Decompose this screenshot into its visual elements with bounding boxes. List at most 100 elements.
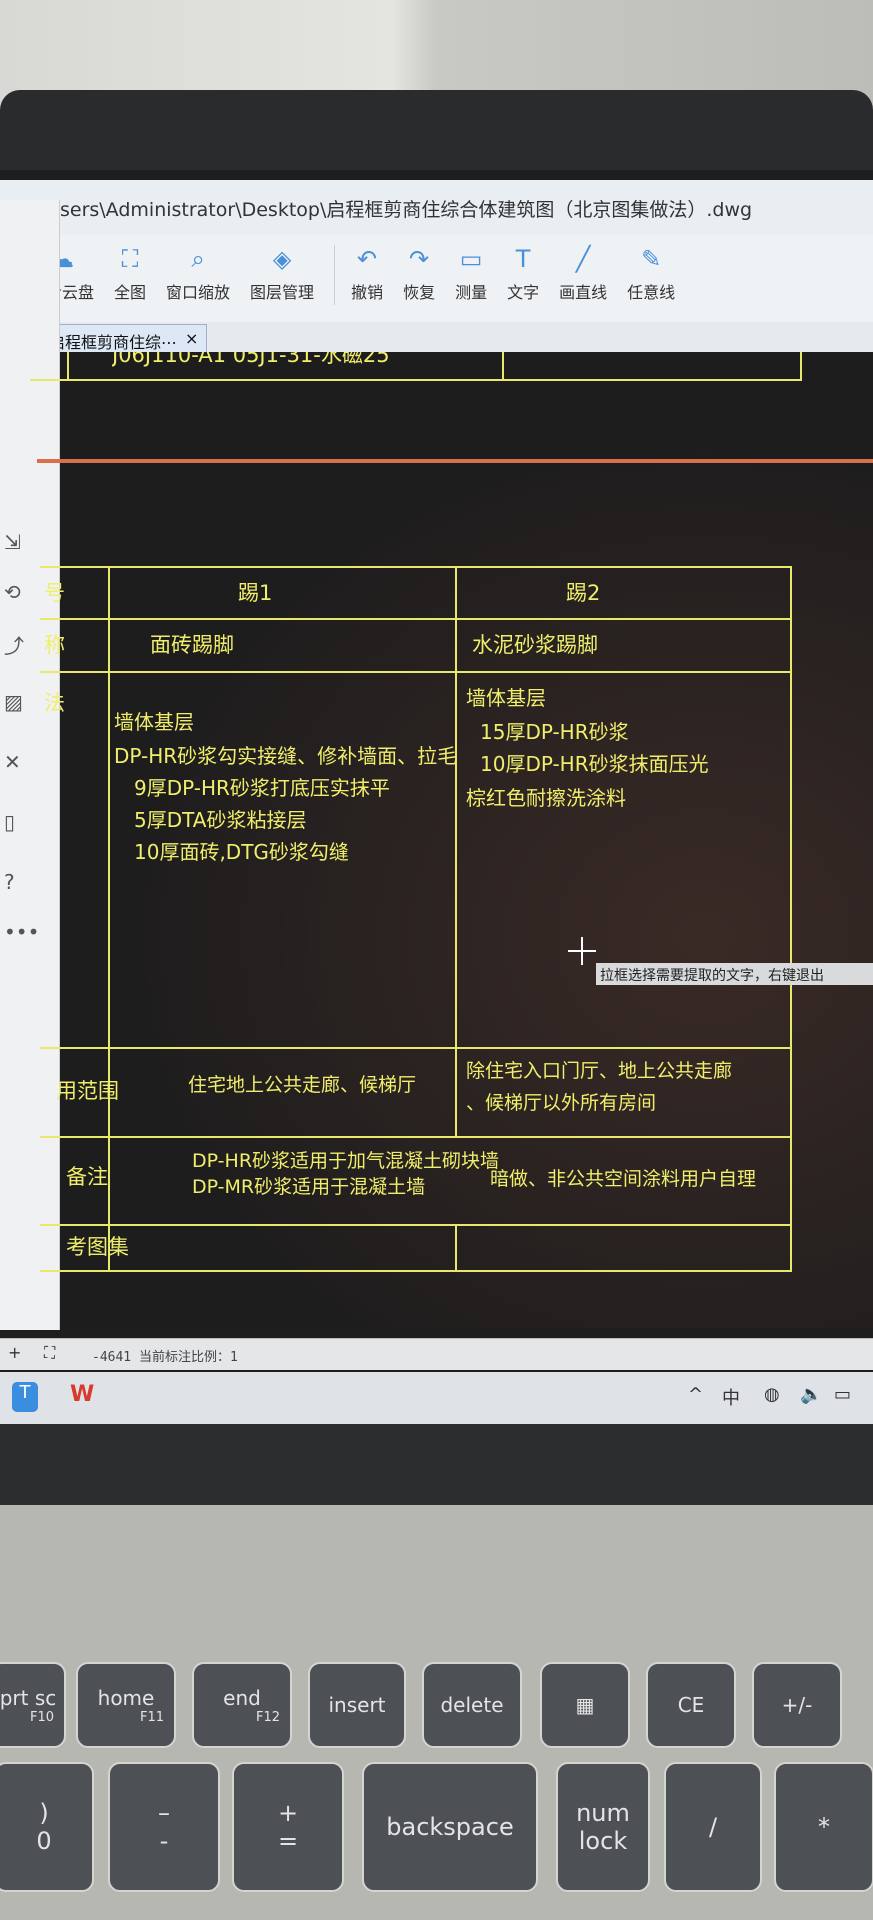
- key-home[interactable]: home F11: [76, 1662, 176, 1748]
- sidebar-move-icon[interactable]: ⇲: [4, 530, 21, 554]
- key-sublabel: =: [277, 1827, 299, 1855]
- cell-text: 水泥砂浆踢脚: [472, 633, 598, 657]
- row-label: 用范围: [56, 1079, 119, 1103]
- key-end[interactable]: end F12: [192, 1662, 292, 1748]
- key-symbol-2[interactable]: + =: [232, 1762, 344, 1892]
- tab-close-button[interactable]: ×: [185, 329, 198, 349]
- toolbar-button-undo[interactable]: ↶ 撤销: [351, 235, 383, 325]
- row-label: 备注: [66, 1165, 108, 1189]
- text-icon: T: [515, 245, 531, 273]
- toolbar-button-fit-all[interactable]: ⛶ 全图: [114, 235, 146, 325]
- cad-table-line: [790, 566, 792, 1270]
- cell-text: 墙体基层: [114, 710, 194, 734]
- toolbar-button-redo[interactable]: ↷ 恢复: [403, 235, 435, 325]
- app-icon-kuaikan[interactable]: T: [12, 1382, 38, 1412]
- cell-text: 、候梯厅以外所有房间: [466, 1092, 657, 1114]
- key-sublabel: F12: [255, 1709, 280, 1725]
- cell-text: 住宅地上公共走廊、候梯厅: [188, 1074, 417, 1096]
- toolbar-button-measure[interactable]: ▭ 测量: [455, 235, 487, 325]
- tab-document[interactable]: 启程框剪商住综⋯ ×: [40, 324, 208, 354]
- cell-text: 墙体基层: [466, 686, 546, 710]
- sidebar-rotate-icon[interactable]: ⟲: [4, 580, 21, 604]
- cell-text: DP-MR砂浆适用于混凝土墙: [192, 1176, 426, 1198]
- key-sublabel: F11: [139, 1709, 164, 1725]
- left-sidebar: ⇲ ⟲ ⤴ ▨ ✕ ▯ ? •••: [0, 200, 60, 1330]
- cell-text: 棕红色耐擦洗涂料: [466, 786, 626, 810]
- key-label: *: [818, 1813, 830, 1841]
- cad-partial-text: J06J110-A1 05J1-31-水磁25: [112, 352, 390, 367]
- key-label: ): [39, 1799, 49, 1827]
- sidebar-help-icon[interactable]: ?: [4, 870, 15, 894]
- cell-text: DP-HR砂浆适用于加气混凝土砌块墙: [192, 1150, 500, 1172]
- cad-table-line: [455, 671, 457, 1047]
- tray-expand[interactable]: ^: [688, 1384, 703, 1405]
- sidebar-image-icon[interactable]: ▨: [4, 690, 23, 714]
- key-label: +: [277, 1799, 299, 1827]
- key-backspace[interactable]: backspace: [362, 1762, 538, 1892]
- key-num[interactable]: num lock: [556, 1762, 650, 1892]
- add-icon[interactable]: +: [8, 1343, 21, 1362]
- cad-orange-line: [37, 459, 873, 463]
- key-prtsc[interactable]: prt sc F10: [0, 1662, 66, 1748]
- column-header: 踢2: [566, 581, 601, 605]
- cad-table-line: [40, 1270, 792, 1272]
- cad-table-line: [108, 566, 110, 1270]
- sidebar-book-icon[interactable]: ▯: [4, 810, 15, 834]
- volume-icon[interactable]: 🔈: [800, 1384, 822, 1405]
- key-label: +/-: [781, 1693, 813, 1717]
- taskbar: T W ^ 中 ◍ 🔈 ▭: [0, 1372, 873, 1424]
- cad-table-line: [40, 1136, 792, 1138]
- cad-line: [30, 379, 802, 381]
- toolbar-label: 全图: [114, 283, 147, 302]
- key-sublabel: -: [159, 1827, 169, 1855]
- key-label: end: [223, 1685, 261, 1710]
- toolbar-label: 恢复: [403, 283, 436, 302]
- app-icon-wps[interactable]: W: [70, 1382, 100, 1412]
- key-[interactable]: +/-: [752, 1662, 842, 1748]
- toolbar-button-window-zoom[interactable]: ⌕ 窗口缩放: [166, 235, 230, 325]
- cursor-tooltip: 拉框选择需要提取的文字，右键退出: [596, 963, 873, 985]
- column-header: 踢1: [238, 581, 273, 605]
- key-insert[interactable]: insert: [308, 1662, 406, 1748]
- tab-label: 启程框剪商住综⋯: [49, 333, 178, 352]
- key-symbol-6[interactable]: *: [774, 1762, 873, 1892]
- measure-icon: ▭: [459, 245, 483, 273]
- toolbar-button-text[interactable]: T 文字: [507, 235, 539, 325]
- cell-text: 面砖踢脚: [150, 633, 234, 657]
- key-label: ▦: [575, 1693, 595, 1717]
- toolbar-label: 任意线: [627, 283, 676, 302]
- sidebar-extract-icon[interactable]: ⤴: [4, 630, 24, 659]
- key-symbol-1[interactable]: – -: [108, 1762, 220, 1892]
- network-icon[interactable]: ◍: [764, 1384, 780, 1405]
- battery-icon[interactable]: ▭: [834, 1384, 851, 1405]
- window-zoom-icon: ⌕: [191, 245, 205, 273]
- key-CE[interactable]: CE: [646, 1662, 736, 1748]
- cad-table-line: [40, 618, 792, 620]
- sidebar-more-icon[interactable]: •••: [4, 920, 39, 944]
- toolbar-button-line[interactable]: ╱ 画直线: [559, 235, 607, 325]
- cad-table-line: [40, 1224, 792, 1226]
- toolbar-label: 撤销: [351, 283, 384, 302]
- key-symbol-0[interactable]: ) 0: [0, 1762, 94, 1892]
- key-symbol-5[interactable]: /: [664, 1762, 762, 1892]
- toolbar-label: 测量: [455, 283, 488, 302]
- cell-text: DP-HR砂浆勾实接缝、修补墙面、拉毛: [114, 744, 458, 768]
- toolbar-label: 窗口缩放: [166, 283, 231, 302]
- key-delete[interactable]: delete: [422, 1662, 522, 1748]
- cell-text: 9厚DP-HR砂浆打底压实抹平: [134, 776, 390, 800]
- undo-icon: ↶: [357, 245, 378, 273]
- cad-table-line: [455, 1224, 457, 1270]
- toolbar-button-layers[interactable]: ◈ 图层管理: [250, 235, 314, 325]
- cad-line: [67, 352, 69, 380]
- key-label: –: [158, 1799, 170, 1827]
- sidebar-tools-icon[interactable]: ✕: [4, 750, 21, 774]
- cad-line: [502, 352, 504, 380]
- key-sublabel: 0: [36, 1827, 52, 1855]
- key-[interactable]: ▦: [540, 1662, 630, 1748]
- fit-all-icon: ⛶: [121, 245, 139, 273]
- cad-table-line: [455, 566, 457, 618]
- tray-ime[interactable]: 中: [722, 1384, 740, 1410]
- toolbar-button-freehand[interactable]: ✎ 任意线: [627, 235, 675, 325]
- fullscreen-icon[interactable]: ⛶: [44, 1343, 55, 1363]
- toolbar: ☁ 快看云盘 ⛶ 全图 ⌕ 窗口缩放 ◈ 图层管理 ↶ 撤销 ↷ 恢复 ▭ 测量 T 文字 ╱ 画直线 ✎ 任意线: [0, 235, 873, 325]
